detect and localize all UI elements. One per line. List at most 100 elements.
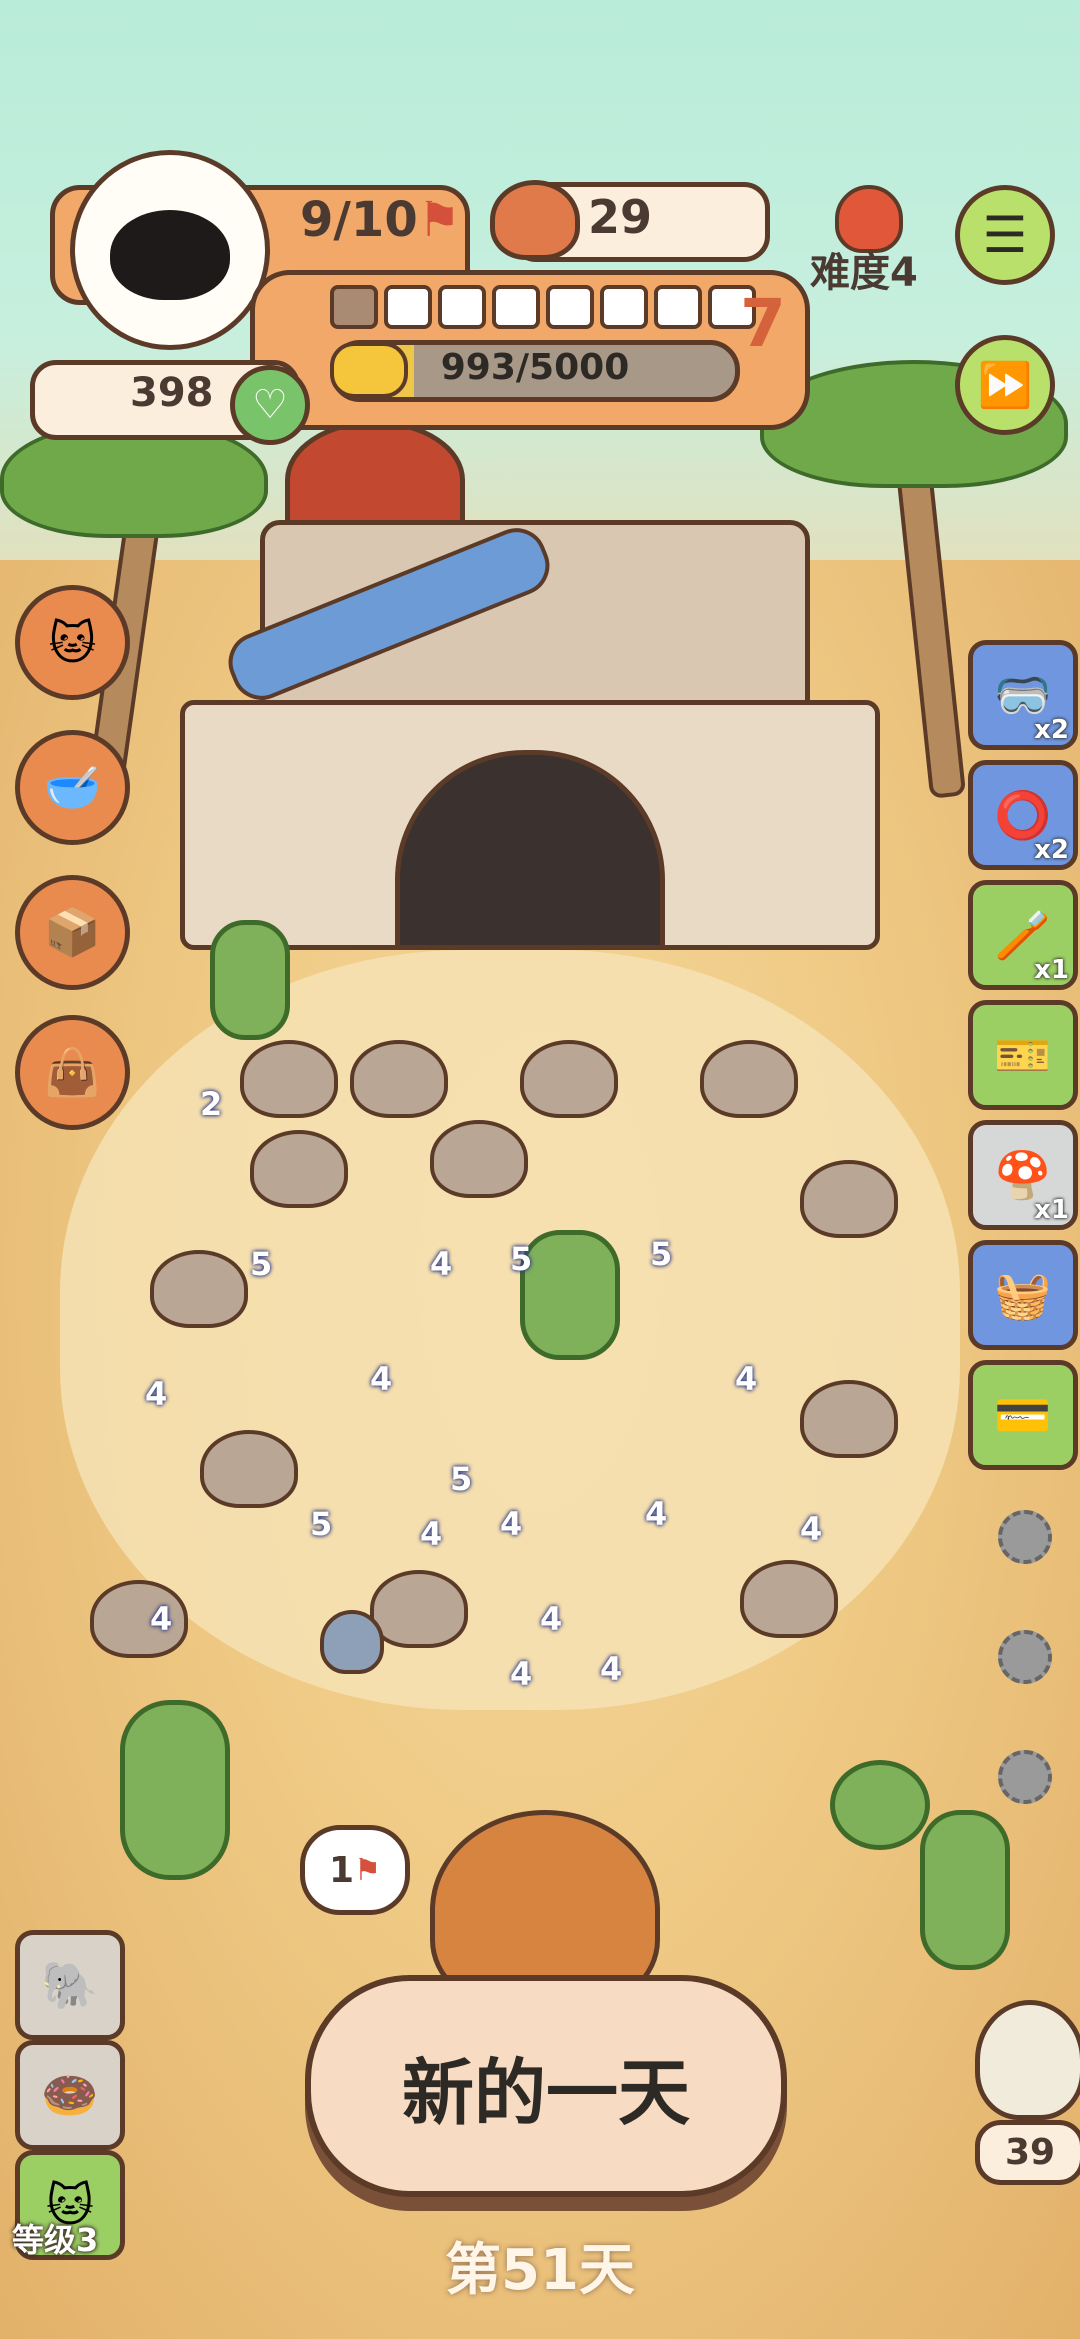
elephant-icon: 🐘 <box>41 1957 99 2012</box>
menu-button[interactable]: ☰ <box>955 185 1055 285</box>
timer-badge: 4 <box>150 1600 173 1638</box>
hamster-sprite[interactable] <box>350 1040 448 1118</box>
shop-fortune-button[interactable]: 🐱 <box>15 585 130 700</box>
timer-badge: 5 <box>450 1460 473 1498</box>
loading-gear-icon <box>998 1630 1052 1684</box>
timer-badge: 4 <box>540 1600 563 1638</box>
card-icon: 💳 <box>994 1387 1052 1442</box>
box-button[interactable]: 📦 <box>15 875 130 990</box>
loading-gear-icon <box>998 1750 1052 1804</box>
hamster-sprite[interactable] <box>520 1040 618 1118</box>
avatar[interactable] <box>70 150 270 350</box>
crate-icon: 📦 <box>43 905 102 959</box>
hamster-sprite[interactable] <box>200 1430 298 1508</box>
item-mushroom-button[interactable]: 🍄 x1 <box>968 1120 1078 1230</box>
hearts-count: 398 <box>130 370 214 416</box>
donut-button[interactable]: 🍩 <box>15 2040 125 2150</box>
difficulty-label: 难度4 <box>810 250 918 296</box>
hamster-sprite[interactable] <box>800 1380 898 1458</box>
item-strap-button[interactable]: ⭕ x2 <box>968 760 1078 870</box>
timer-badge: 4 <box>510 1655 533 1693</box>
timer-badge: 5 <box>250 1245 273 1283</box>
level-number: 7 <box>740 285 786 362</box>
level-segment <box>546 285 594 329</box>
item-count: x1 <box>1034 955 1069 985</box>
hamster-sprite[interactable] <box>240 1040 338 1118</box>
hamster-sprite[interactable] <box>700 1040 798 1118</box>
timer-badge: 4 <box>500 1505 523 1543</box>
item-ticket-button[interactable]: 🎫 <box>968 1000 1078 1110</box>
arena-building <box>180 420 880 950</box>
hamster-sprite[interactable] <box>250 1130 348 1208</box>
flag-icon: ⚑ <box>354 1852 381 1888</box>
item-brush-button[interactable]: 🪥 x1 <box>968 880 1078 990</box>
item-count: x2 <box>1034 835 1069 865</box>
box-icon: 🧺 <box>994 1267 1052 1322</box>
level-segment <box>438 285 486 329</box>
level-segment <box>600 285 648 329</box>
level-segment <box>384 285 432 329</box>
timer-badge: 4 <box>735 1360 758 1398</box>
donut-icon: 🍩 <box>41 2067 99 2122</box>
coin-icon <box>330 342 408 398</box>
fast-forward-icon: ⏩ <box>977 360 1033 411</box>
hamster-sprite[interactable] <box>150 1250 248 1328</box>
hamster-sprite[interactable] <box>430 1120 528 1198</box>
timer-badge: 4 <box>645 1495 668 1533</box>
timer-badge: 5 <box>310 1505 333 1543</box>
timer-badge: 4 <box>430 1245 453 1283</box>
hamster-sprite[interactable] <box>90 1580 188 1658</box>
hamster-sprite[interactable] <box>800 1160 898 1238</box>
timer-badge: 4 <box>600 1650 623 1688</box>
cactus-icon <box>920 1810 1010 1970</box>
level-segment <box>492 285 540 329</box>
item-box-button[interactable]: 🧺 <box>968 1240 1078 1350</box>
cactus-icon <box>830 1760 930 1850</box>
heart-icon[interactable]: ♡ <box>230 365 310 445</box>
bowl-button[interactable]: 🥣 <box>15 730 130 845</box>
fortune-cat-icon: 🐱 <box>48 615 97 670</box>
timer-badge: 4 <box>145 1375 168 1413</box>
flags-counter: 9/10⚑ <box>300 192 461 248</box>
bubble-count: 1 <box>329 1849 355 1891</box>
bowl-icon: 🥣 <box>43 760 102 814</box>
item-count: x2 <box>1034 715 1069 745</box>
flag-icon: ⚑ <box>417 192 461 248</box>
timer-badge: 2 <box>200 1085 223 1123</box>
level-label: 等级3 <box>12 2221 99 2259</box>
food-count: 29 <box>588 190 653 244</box>
item-goggles-button[interactable]: 🥽 x2 <box>968 640 1078 750</box>
elephant-button[interactable]: 🐘 <box>15 1930 125 2040</box>
item-card-button[interactable]: 💳 <box>968 1360 1078 1470</box>
cactus-icon <box>120 1700 230 1880</box>
level-segment <box>654 285 702 329</box>
cactus-icon <box>210 920 290 1040</box>
ticket-icon: 🎫 <box>994 1027 1052 1082</box>
timer-badge: 4 <box>370 1360 393 1398</box>
speech-bubble: 1 ⚑ <box>300 1825 410 1915</box>
item-count: x1 <box>1034 1195 1069 1225</box>
list-icon: ☰ <box>982 206 1028 264</box>
level-segments <box>330 285 756 329</box>
fast-forward-button[interactable]: ⏩ <box>955 335 1055 435</box>
new-day-button[interactable]: 新的一天 <box>305 1975 787 2197</box>
bag-button[interactable]: 👜 <box>15 1015 130 1130</box>
timer-badge: 4 <box>420 1515 443 1553</box>
owl-count: 39 <box>1004 2132 1056 2173</box>
hamster-sprite[interactable] <box>740 1560 838 1638</box>
timer-badge: 5 <box>510 1240 533 1278</box>
day-label: 第51天 <box>445 2238 635 2303</box>
mouse-sprite[interactable] <box>320 1610 384 1674</box>
cactus-icon <box>520 1230 620 1360</box>
owl-count-panel: 39 <box>975 2120 1080 2185</box>
bag-icon: 👜 <box>43 1045 102 1099</box>
black-cat-icon <box>110 210 230 300</box>
owl-icon[interactable] <box>975 2000 1080 2120</box>
food-bowl-icon <box>490 180 580 260</box>
new-day-label: 新的一天 <box>401 2050 690 2135</box>
timer-badge: 5 <box>650 1235 673 1273</box>
hamster-sprite[interactable] <box>370 1570 468 1648</box>
loading-gear-icon <box>998 1510 1052 1564</box>
timer-badge: 4 <box>800 1510 823 1548</box>
level-segment <box>330 285 378 329</box>
